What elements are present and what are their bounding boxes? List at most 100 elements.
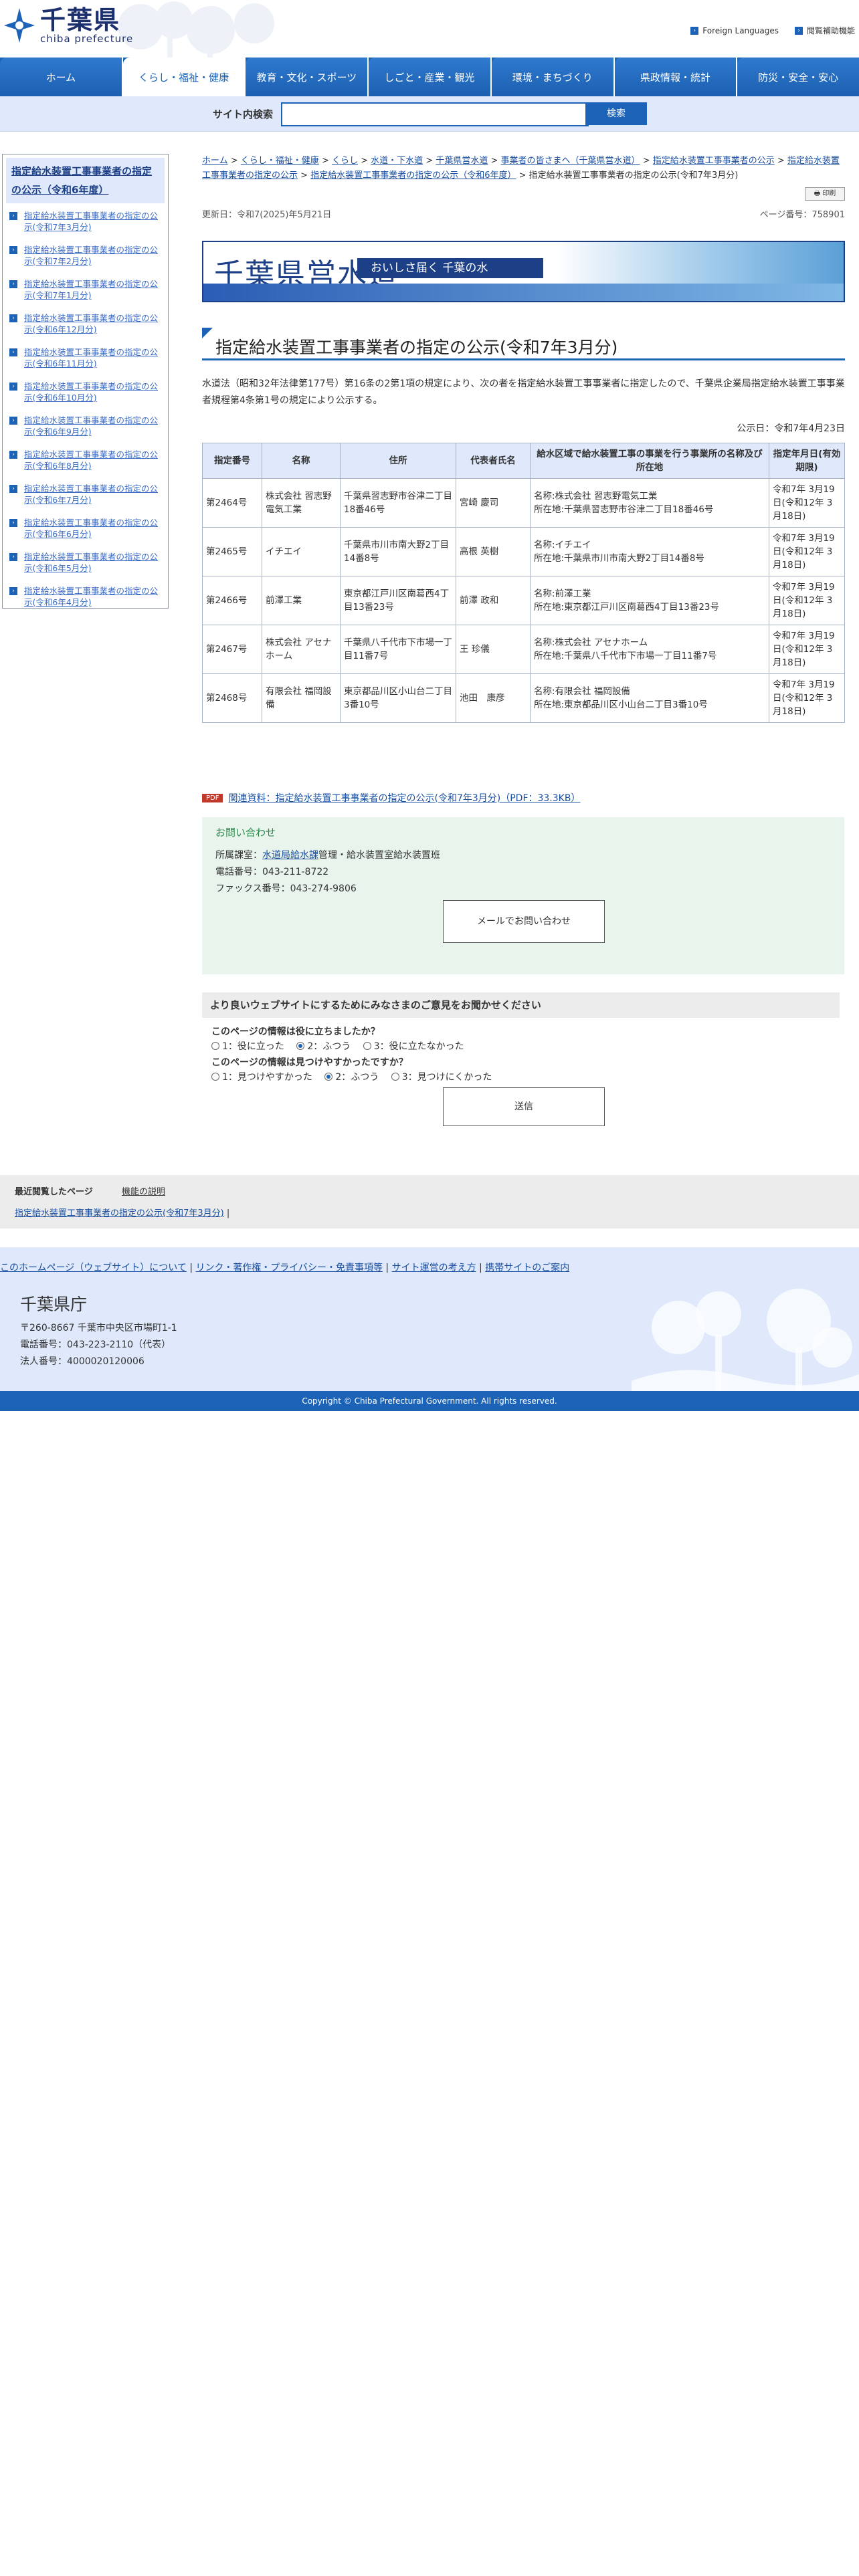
related-document: PDF 関連資料：指定給水装置工事事業者の指定の公示(令和7年3月分)（PDF：… bbox=[202, 791, 580, 804]
radio-icon bbox=[391, 1073, 399, 1081]
footer-link[interactable]: サイト運営の考え方 bbox=[392, 1263, 476, 1273]
breadcrumb-link[interactable]: くらし bbox=[332, 156, 358, 166]
table-cell: 東京都江戸川区南葛西4丁目13番23号 bbox=[340, 576, 456, 625]
survey-question-2: このページの情報は見つけやすかったですか？ bbox=[211, 1057, 408, 1068]
radio-option[interactable]: 2：ふつう bbox=[324, 1072, 379, 1083]
nav-government[interactable]: 県政情報・統計 bbox=[614, 58, 738, 96]
search-input[interactable] bbox=[281, 102, 589, 126]
table-row: 第2468号 有限会社 福岡設備 東京都品川区小山台二丁目3番10号 池田 康彦 名称:… bbox=[202, 673, 845, 723]
sidebar-item[interactable]: › 指定給水装置工事事業者の指定の公示(令和6年12月分) bbox=[9, 312, 163, 335]
site-search-bar: サイト内検索 検索 bbox=[0, 96, 859, 132]
radio-option[interactable]: 2：ふつう bbox=[296, 1041, 351, 1052]
nav-living[interactable]: くらし・福祉・健康 bbox=[122, 58, 246, 96]
recent-item: 指定給水装置工事事業者の指定の公示(令和7年3月分) | bbox=[15, 1208, 230, 1218]
print-button[interactable]: 🖶 印刷 bbox=[805, 187, 845, 201]
table-cell: 前澤 政和 bbox=[456, 576, 531, 625]
recently-viewed: 最近閲覧したページ 機能の説明 指定給水装置工事事業者の指定の公示(令和7年3月… bbox=[0, 1175, 859, 1228]
sidebar-item[interactable]: › 指定給水装置工事事業者の指定の公示(令和6年7月分) bbox=[9, 483, 163, 506]
table-cell: 株式会社 習志野電気工業 bbox=[262, 478, 341, 528]
foreign-languages-link[interactable]: › Foreign Languages bbox=[690, 25, 779, 36]
footer-link[interactable]: リンク・著作権・プライバシー・免責事項等 bbox=[196, 1263, 383, 1273]
logo-title: 千葉県 bbox=[40, 5, 121, 35]
breadcrumb-link[interactable]: 千葉県営水道 bbox=[436, 156, 488, 166]
footer-link[interactable]: このホームページ（ウェブサイト）について bbox=[0, 1263, 187, 1273]
nav-environment[interactable]: 環境・まちづくり bbox=[491, 58, 615, 96]
footer-org-name: 千葉県庁 bbox=[20, 1295, 88, 1314]
col-header: 名称 bbox=[262, 443, 341, 479]
breadcrumb-link[interactable]: ホーム bbox=[202, 156, 228, 166]
table-cell: 令和7年 3月19日(令和12年 3月18日) bbox=[769, 673, 845, 723]
breadcrumb-link[interactable]: 事業者の皆さまへ（千葉県営水道） bbox=[501, 156, 640, 166]
nav-education[interactable]: 教育・文化・スポーツ bbox=[246, 58, 369, 96]
sidebar-item[interactable]: › 指定給水装置工事事業者の指定の公示(令和7年1月分) bbox=[9, 278, 163, 301]
site-footer: このホームページ（ウェブサイト）について | リンク・著作権・プライバシー・免責… bbox=[0, 1247, 859, 1391]
accessibility-link[interactable]: › 閲覧補助機能 bbox=[794, 25, 855, 36]
breadcrumb-link[interactable]: くらし・福祉・健康 bbox=[241, 156, 319, 166]
radio-option[interactable]: 3：役に立たなかった bbox=[363, 1041, 464, 1052]
radio-icon bbox=[211, 1073, 219, 1081]
radio-option[interactable]: 3：見つけにくかった bbox=[391, 1072, 492, 1083]
site-logo[interactable]: 千葉県 chiba prefecture bbox=[3, 7, 133, 44]
col-header: 代表者氏名 bbox=[456, 443, 531, 479]
arrow-icon: › bbox=[9, 212, 17, 220]
table-cell: 名称:前澤工業 所在地:東京都江戸川区南葛西4丁目13番23号 bbox=[530, 576, 769, 625]
survey-options-1: 1：役に立った 2：ふつう 3：役に立たなかった bbox=[211, 1039, 501, 1054]
table-cell: 王 珍儀 bbox=[456, 625, 531, 674]
table-cell: 名称:株式会社 アセナホーム 所在地:千葉県八千代市下市場一丁目11番7号 bbox=[530, 625, 769, 674]
col-header: 給水区域で給水装置工事の事業を行う事業所の名称及び所在地 bbox=[530, 443, 769, 479]
footer-link[interactable]: 携帯サイトのご案内 bbox=[485, 1263, 569, 1273]
recent-help-link[interactable]: 機能の説明 bbox=[122, 1184, 165, 1197]
recent-heading: 最近閲覧したページ bbox=[15, 1187, 93, 1197]
table-cell: 株式会社 アセナホーム bbox=[262, 625, 341, 674]
sidebar: 指定給水装置工事事業者の指定の公示（令和6年度） › 指定給水装置工事事業者の指定… bbox=[2, 154, 169, 609]
search-button[interactable]: 検索 bbox=[585, 102, 647, 125]
arrow-icon: › bbox=[9, 314, 17, 322]
footer-tree-decoration bbox=[632, 1289, 859, 1391]
table-cell: 令和7年 3月19日(令和12年 3月18日) bbox=[769, 478, 845, 528]
col-header: 住所 bbox=[340, 443, 456, 479]
radio-option[interactable]: 1：見つけやすかった bbox=[211, 1072, 312, 1083]
recent-page-link[interactable]: 指定給水装置工事事業者の指定の公示(令和7年3月分) bbox=[15, 1208, 224, 1218]
survey-question-1: このページの情報は役に立ちましたか？ bbox=[211, 1027, 380, 1037]
sidebar-item[interactable]: › 指定給水装置工事事業者の指定の公示(令和7年2月分) bbox=[9, 244, 163, 267]
table-cell: 第2465号 bbox=[202, 527, 262, 576]
radio-option[interactable]: 1：役に立った bbox=[211, 1041, 284, 1052]
table-row: 第2466号 前澤工業 東京都江戸川区南葛西4丁目13番23号 前澤 政和 名称:前澤工… bbox=[202, 576, 845, 625]
waterworks-banner: 千葉県営水道 おいしさ届く 千葉の水 bbox=[202, 241, 845, 302]
table-cell: 千葉県習志野市谷津二丁目18番46号 bbox=[340, 478, 456, 528]
arrow-icon: › bbox=[9, 451, 17, 459]
breadcrumb-link[interactable]: 水道・下水道 bbox=[371, 156, 423, 166]
breadcrumb-current: 指定給水装置工事事業者の指定の公示(令和7年3月分) bbox=[529, 171, 739, 181]
sidebar-item[interactable]: › 指定給水装置工事事業者の指定の公示(令和6年4月分) bbox=[9, 585, 163, 608]
related-pdf-link[interactable]: 関連資料：指定給水装置工事事業者の指定の公示(令和7年3月分)（PDF：33.3… bbox=[228, 791, 580, 804]
survey-submit-button[interactable]: 送信 bbox=[443, 1087, 605, 1126]
table-cell: 東京都品川区小山台二丁目3番10号 bbox=[340, 673, 456, 723]
mail-inquiry-button[interactable]: メールでお問い合わせ bbox=[443, 900, 605, 943]
contact-dept-link[interactable]: 水道局給水課 bbox=[262, 850, 318, 861]
breadcrumb-link[interactable]: 指定給水装置工事事業者の公示 bbox=[653, 156, 775, 166]
col-header: 指定年月日(有効期限) bbox=[769, 443, 845, 479]
breadcrumb-link[interactable]: 指定給水装置工事事業者の指定の公示（令和6年度） bbox=[310, 171, 516, 181]
sidebar-item[interactable]: › 指定給水装置工事事業者の指定の公示(令和6年10月分) bbox=[9, 381, 163, 403]
sidebar-item[interactable]: › 指定給水装置工事事業者の指定の公示(令和7年3月分) bbox=[9, 210, 163, 233]
sidebar-title[interactable]: 指定給水装置工事事業者の指定の公示（令和6年度） bbox=[6, 158, 165, 203]
nav-safety[interactable]: 防災・安全・安心 bbox=[737, 58, 859, 96]
contact-box: お問い合わせ 所属課室：水道局給水課管理・給水装置室給水装置班 電話番号：043… bbox=[202, 817, 844, 974]
page-title: 指定給水装置工事事業者の指定の公示(令和7年3月分) bbox=[202, 328, 845, 360]
sidebar-item[interactable]: › 指定給水装置工事事業者の指定の公示(令和6年6月分) bbox=[9, 517, 163, 540]
footer-corp-number: 法人番号：4000020120006 bbox=[20, 1356, 145, 1367]
sidebar-item[interactable]: › 指定給水装置工事事業者の指定の公示(令和6年9月分) bbox=[9, 415, 163, 437]
arrow-icon: › bbox=[9, 280, 17, 288]
sidebar-item[interactable]: › 指定給水装置工事事業者の指定の公示(令和6年11月分) bbox=[9, 346, 163, 369]
sidebar-item[interactable]: › 指定給水装置工事事業者の指定の公示(令和6年8月分) bbox=[9, 449, 163, 471]
nav-home[interactable]: ホーム bbox=[0, 58, 123, 96]
table-cell: 前澤工業 bbox=[262, 576, 341, 625]
arrow-icon: › bbox=[9, 519, 17, 527]
sidebar-item[interactable]: › 指定給水装置工事事業者の指定の公示(令和6年5月分) bbox=[9, 551, 163, 574]
table-body: 第2464号 株式会社 習志野電気工業 千葉県習志野市谷津二丁目18番46号 宮崎 慶… bbox=[202, 478, 845, 723]
logo-subtitle: chiba prefecture bbox=[40, 33, 134, 45]
notice-text: 水道法（昭和32年法律第177号）第16条の2第1項の規定により、次の者を指定給… bbox=[202, 379, 845, 406]
table-cell: 高根 英樹 bbox=[456, 527, 531, 576]
nav-work[interactable]: しごと・産業・観光 bbox=[369, 58, 492, 96]
footer-address: 〒260-8667 千葉市中央区市場町1-1 bbox=[20, 1323, 177, 1333]
